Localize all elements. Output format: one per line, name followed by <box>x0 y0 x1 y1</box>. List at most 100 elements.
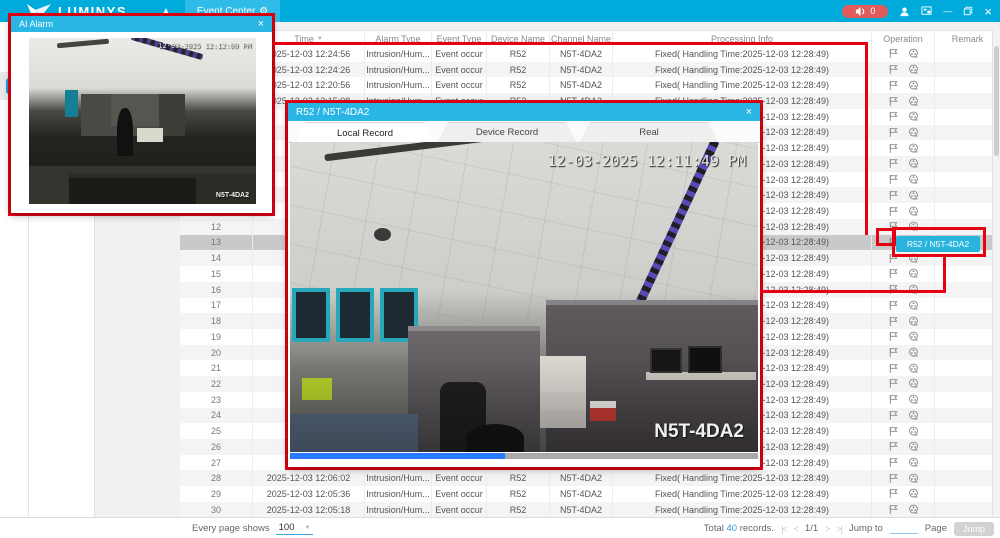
record-film-icon[interactable] <box>908 410 919 421</box>
record-film-icon[interactable] <box>908 190 919 201</box>
cell-operation <box>872 62 935 78</box>
flag-icon[interactable] <box>888 394 899 405</box>
flag-icon[interactable] <box>888 488 899 499</box>
flag-icon[interactable] <box>888 143 899 154</box>
flag-icon[interactable] <box>888 111 899 122</box>
sort-desc-icon[interactable]: ▼ <box>317 36 323 42</box>
flag-icon[interactable] <box>888 158 899 169</box>
cell-device-name: R52 <box>487 46 550 62</box>
cell-remark <box>935 172 1000 188</box>
cell-index: 28 <box>180 470 253 486</box>
screens-icon[interactable] <box>921 6 932 17</box>
record-film-icon[interactable] <box>908 473 919 484</box>
record-film-icon[interactable] <box>908 331 919 342</box>
record-film-icon[interactable] <box>908 64 919 75</box>
cell-index: 12 <box>180 219 253 235</box>
jump-page-input[interactable] <box>890 523 918 534</box>
ai-alarm-titlebar[interactable]: AI Alarm × <box>11 16 272 32</box>
close-button[interactable]: × <box>984 5 992 18</box>
record-film-icon[interactable] <box>908 300 919 311</box>
record-film-icon[interactable] <box>908 206 919 217</box>
table-scrollbar[interactable] <box>992 30 1000 517</box>
page-size-select[interactable]: 100 ▼ <box>276 522 314 535</box>
flag-icon[interactable] <box>888 457 899 468</box>
chevron-down-icon: ▼ <box>304 525 310 531</box>
video-player[interactable]: 12-03-2025 12:11:49 PM N5T-4DA2 <box>290 142 758 452</box>
cell-remark <box>935 93 1000 109</box>
flag-icon[interactable] <box>888 127 899 138</box>
tab-device-record[interactable]: Device Record <box>438 122 576 142</box>
minimize-button[interactable]: — <box>943 7 952 16</box>
record-film-icon[interactable] <box>908 426 919 437</box>
cell-remark <box>935 329 1000 345</box>
flag-icon[interactable] <box>888 363 899 374</box>
record-film-icon[interactable] <box>908 441 919 452</box>
flag-icon[interactable] <box>888 378 899 389</box>
tab-real[interactable]: Real <box>580 122 718 142</box>
prev-page-button[interactable]: < <box>794 524 798 534</box>
flag-icon[interactable] <box>888 96 899 107</box>
record-film-icon[interactable] <box>908 48 919 59</box>
record-film-icon[interactable] <box>908 347 919 358</box>
record-film-icon[interactable] <box>908 127 919 138</box>
record-film-icon[interactable] <box>908 143 919 154</box>
close-icon[interactable]: × <box>258 19 264 30</box>
total-count: 40 <box>727 523 738 534</box>
flag-icon[interactable] <box>888 347 899 358</box>
flag-icon[interactable] <box>888 206 899 217</box>
flag-icon[interactable] <box>888 410 899 421</box>
restore-button[interactable] <box>963 6 973 16</box>
window-frame <box>65 90 78 117</box>
cell-device-name: R52 <box>487 486 550 502</box>
record-film-icon[interactable] <box>908 394 919 405</box>
record-film-icon[interactable] <box>908 363 919 374</box>
tab-local-record[interactable]: Local Record <box>296 122 434 143</box>
table-row[interactable]: 2 2025-12-03 12:24:26 Intrusion/Hum... E… <box>180 62 1000 78</box>
table-row[interactable]: 30 2025-12-03 12:05:18 Intrusion/Hum... … <box>180 502 1000 518</box>
cell-remark <box>935 455 1000 471</box>
flag-icon[interactable] <box>888 300 899 311</box>
last-page-button[interactable]: >| <box>836 524 842 534</box>
record-film-icon[interactable] <box>908 111 919 122</box>
playback-progress-bar[interactable] <box>290 453 758 459</box>
flag-icon[interactable] <box>888 331 899 342</box>
flag-icon[interactable] <box>888 80 899 91</box>
record-film-icon[interactable] <box>908 316 919 327</box>
flag-icon[interactable] <box>888 190 899 201</box>
cell-device-name: R52 <box>487 502 550 518</box>
table-row[interactable]: 3 2025-12-03 12:20:56 Intrusion/Hum... E… <box>180 77 1000 93</box>
record-film-icon[interactable] <box>908 504 919 515</box>
record-popup-titlebar[interactable]: R52 / N5T-4DA2 × <box>288 103 760 121</box>
table-row[interactable]: 1 2025-12-03 12:24:56 Intrusion/Hum... E… <box>180 46 1000 62</box>
flag-icon[interactable] <box>888 426 899 437</box>
flag-icon[interactable] <box>888 268 899 279</box>
table-row[interactable]: 28 2025-12-03 12:06:02 Intrusion/Hum... … <box>180 470 1000 486</box>
annotation-line-step-h <box>760 290 946 293</box>
flag-icon[interactable] <box>888 174 899 185</box>
scrollbar-thumb[interactable] <box>994 46 999 156</box>
close-icon[interactable]: × <box>746 107 752 118</box>
record-film-icon[interactable] <box>908 268 919 279</box>
next-page-button[interactable]: > <box>825 524 829 534</box>
cell-index: 16 <box>180 282 253 298</box>
record-film-icon[interactable] <box>908 488 919 499</box>
cell-processing-info: Fixed( Handling Time:2025-12-03 12:28:49… <box>613 502 872 518</box>
record-film-icon[interactable] <box>908 158 919 169</box>
alarm-counter-badge[interactable]: 0 <box>842 5 888 18</box>
record-film-icon[interactable] <box>908 96 919 107</box>
jump-button[interactable]: Jump <box>954 522 994 536</box>
record-film-icon[interactable] <box>908 174 919 185</box>
first-page-button[interactable]: |< <box>781 524 787 534</box>
record-film-icon[interactable] <box>908 80 919 91</box>
flag-icon[interactable] <box>888 441 899 452</box>
record-film-icon[interactable] <box>908 457 919 468</box>
flag-icon[interactable] <box>888 504 899 515</box>
record-film-icon[interactable] <box>908 378 919 389</box>
flag-icon[interactable] <box>888 316 899 327</box>
flag-icon[interactable] <box>888 48 899 59</box>
table-row[interactable]: 29 2025-12-03 12:05:36 Intrusion/Hum... … <box>180 486 1000 502</box>
flag-icon[interactable] <box>888 473 899 484</box>
user-icon[interactable] <box>899 6 910 17</box>
flag-icon[interactable] <box>888 64 899 75</box>
cell-time: 2025-12-03 12:05:36 <box>253 486 365 502</box>
